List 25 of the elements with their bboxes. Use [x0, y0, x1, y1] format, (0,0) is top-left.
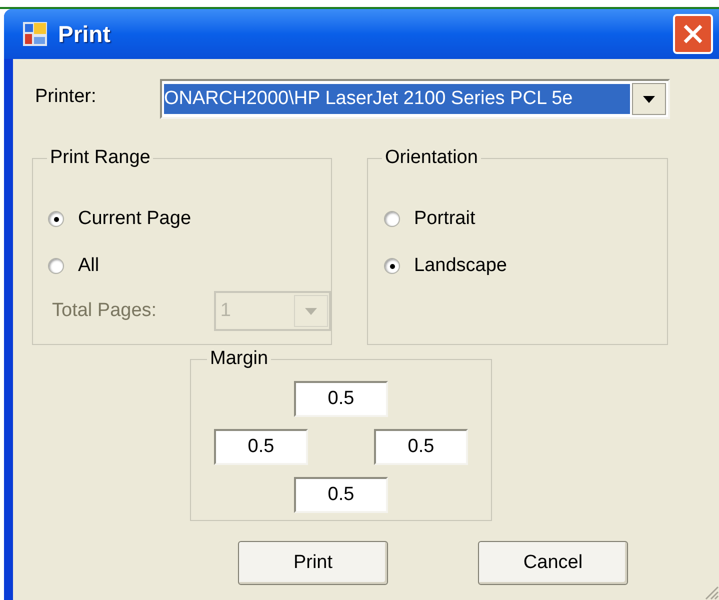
resize-grip-icon	[703, 584, 719, 600]
radio-label: Current Page	[78, 206, 192, 231]
margin-field[interactable]: 0.5	[294, 381, 388, 417]
margin-field[interactable]: 0.5	[374, 429, 468, 465]
radio-label: Landscape	[414, 254, 507, 278]
close-icon	[682, 23, 704, 45]
radio-button[interactable]	[384, 258, 400, 274]
caret-icon	[643, 96, 655, 102]
radio-label: All	[78, 254, 100, 278]
printer-value: ONARCH2000\HP LaserJet 2100 Series PCL 5e	[164, 84, 630, 114]
total-pages-label: Total Pages:	[52, 298, 158, 323]
margin-field[interactable]: 0.5	[214, 429, 308, 465]
printer-dropdown[interactable]: ONARCH2000\HP LaserJet 2100 Series PCL 5e	[160, 79, 670, 119]
radio-button[interactable]	[384, 211, 400, 227]
margin-field[interactable]: 0.5	[294, 477, 388, 513]
radio-label: Portrait	[414, 206, 476, 231]
radio-button[interactable]	[48, 211, 64, 227]
dialog-button[interactable]: Cancel	[478, 541, 628, 585]
printer-label: Printer:	[35, 85, 98, 109]
close-button[interactable]	[673, 14, 713, 54]
window-title: Print	[58, 20, 110, 49]
radio-button[interactable]	[48, 258, 64, 274]
dialog-button[interactable]: Print	[238, 541, 388, 585]
app-icon	[22, 21, 48, 47]
caret-icon	[305, 308, 317, 314]
